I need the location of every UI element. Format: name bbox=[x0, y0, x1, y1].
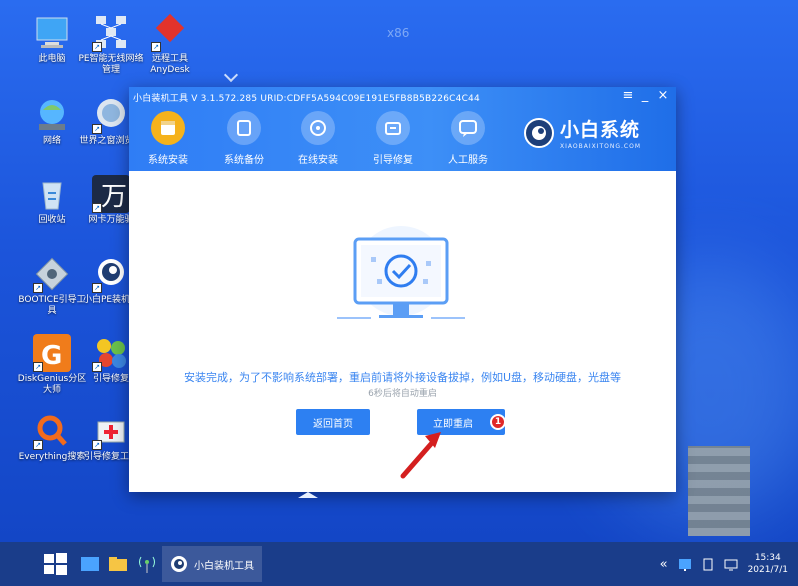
boot-repair-icon: ↗ bbox=[92, 334, 130, 372]
tray-app-icon[interactable] bbox=[678, 557, 692, 571]
tab-system-install[interactable]: 系统安装 bbox=[138, 111, 198, 166]
brand-url: XIAOBAIXITONG.COM bbox=[560, 143, 641, 150]
chat-service-icon bbox=[451, 111, 485, 145]
start-button[interactable] bbox=[34, 542, 76, 586]
clock-date: 2021/7/1 bbox=[747, 565, 788, 575]
arch-watermark: x86 bbox=[387, 26, 410, 40]
step-badge: 1 bbox=[490, 414, 506, 430]
wireless-icon bbox=[139, 556, 155, 573]
restart-now-label: 立即重启 bbox=[433, 418, 473, 430]
countdown-text: 6秒后将自动重启 bbox=[368, 389, 437, 399]
svg-text:G: G bbox=[41, 341, 62, 371]
recycle-bin-icon bbox=[33, 175, 71, 213]
taskbar-explorer-button[interactable] bbox=[104, 542, 132, 586]
tab-online-install[interactable]: 在线安装 bbox=[288, 111, 348, 166]
system-clock[interactable]: 15:34 2021/7/1 bbox=[748, 552, 788, 576]
brand-name: 小白系统 bbox=[560, 119, 641, 141]
repair-tool-icon: ↗ bbox=[92, 412, 130, 450]
network-icon bbox=[33, 96, 71, 134]
tab-chat-service[interactable]: 人工服务 bbox=[438, 111, 498, 166]
red-arrow-icon bbox=[400, 432, 441, 479]
folder-icon bbox=[109, 557, 127, 571]
taskbar-app-label: 小白装机工具 bbox=[194, 560, 254, 572]
chevron-down-icon bbox=[223, 67, 239, 83]
bootice-icon: ↗ bbox=[33, 255, 71, 293]
return-home-button[interactable]: 返回首页 bbox=[296, 409, 370, 435]
desktop-decor-icon bbox=[298, 492, 318, 498]
online-install-icon bbox=[301, 111, 335, 145]
taskbar: 小白装机工具 « 15:34 2021/7/1 bbox=[0, 542, 798, 586]
xiaobai-pe-icon: ↗ bbox=[92, 255, 130, 293]
diskgenius-icon: G ↗ bbox=[33, 334, 71, 372]
system-tray: « 15:34 2021/7/1 bbox=[660, 542, 788, 586]
desktop-icon bbox=[81, 557, 99, 571]
system-backup-icon bbox=[227, 111, 261, 145]
brand: 小白系统 XIAOBAIXITONG.COM bbox=[524, 115, 641, 150]
boot-repair-icon bbox=[376, 111, 410, 145]
network-manager-icon: ↗ bbox=[92, 14, 130, 52]
install-complete-message: 安装完成，为了不影响系统部署，重启前请将外接设备拔掉，例如U盘，移动硬盘，光盘等 bbox=[183, 371, 622, 384]
tray-expand-icon[interactable]: « bbox=[660, 557, 668, 572]
minimize-button[interactable]: _ bbox=[638, 88, 652, 103]
xiaobai-installer-window: 小白装机工具 V 3.1.572.285 URID:CDFF5A594C09E1… bbox=[129, 87, 676, 492]
clock-time: 15:34 bbox=[754, 553, 781, 563]
tab-boot-repair[interactable]: 引导修复 bbox=[363, 111, 423, 166]
install-complete-illustration bbox=[331, 221, 471, 331]
xiaobai-logo-icon bbox=[524, 117, 554, 148]
menu-button[interactable]: ≡ bbox=[621, 88, 635, 103]
svg-text:万: 万 bbox=[101, 182, 127, 212]
taskbar-network-button[interactable] bbox=[132, 542, 162, 586]
system-install-icon bbox=[151, 111, 185, 145]
taskbar-xiaobai-app[interactable]: 小白装机工具 bbox=[162, 546, 262, 582]
window-title: 小白装机工具 V 3.1.572.285 URID:CDFF5A594C09E1… bbox=[133, 94, 480, 104]
computer-icon bbox=[33, 14, 71, 52]
xiaobai-app-icon bbox=[171, 556, 187, 572]
tray-battery-icon[interactable] bbox=[702, 557, 714, 571]
tab-system-backup[interactable]: 系统备份 bbox=[214, 111, 274, 166]
everything-icon: ↗ bbox=[33, 412, 71, 450]
taskbar-desktop-button[interactable] bbox=[76, 542, 104, 586]
desktop-icon-anydesk[interactable]: ↗ 远程工具AnyDesk bbox=[135, 13, 205, 76]
window-header: 小白装机工具 V 3.1.572.285 URID:CDFF5A594C09E1… bbox=[129, 87, 676, 171]
tray-network-icon[interactable] bbox=[724, 557, 738, 571]
driver-icon: 万 ↗ bbox=[92, 175, 130, 213]
anydesk-icon: ↗ bbox=[151, 13, 189, 52]
pixelated-widget bbox=[688, 446, 750, 536]
browser-icon: ↗ bbox=[92, 96, 130, 134]
close-button[interactable]: × bbox=[656, 88, 670, 103]
windows-icon bbox=[44, 553, 67, 575]
